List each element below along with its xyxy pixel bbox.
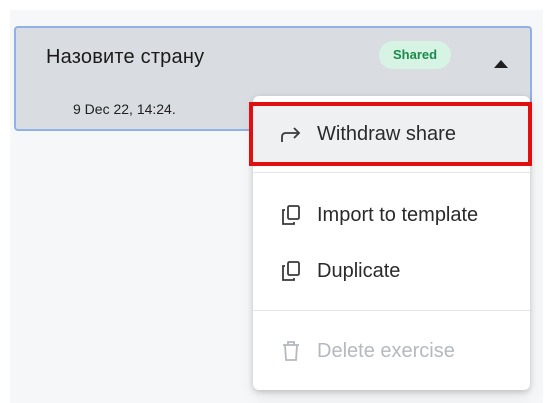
trash-icon [279,339,303,363]
shared-badge: Shared [379,41,452,69]
menu-item-delete-exercise: Delete exercise [253,323,530,379]
context-menu: Withdraw share Import to template Duplic… [253,96,530,390]
exercise-date: 9 Dec 22, 14:24. [73,101,176,117]
menu-item-duplicate[interactable]: Duplicate [253,243,530,299]
menu-item-import-to-template[interactable]: Import to template [253,187,530,243]
menu-divider [253,172,530,173]
menu-item-label: Duplicate [317,259,401,282]
menu-item-label: Withdraw share [317,122,456,145]
menu-item-label: Import to template [317,203,479,226]
exercise-title: Назовите страну [46,46,205,68]
menu-item-withdraw-share[interactable]: Withdraw share [253,106,530,162]
menu-item-label: Delete exercise [317,339,455,362]
copy-icon [279,203,303,227]
copy-icon [279,259,303,283]
menu-divider [253,310,530,311]
share-arrow-icon [279,122,303,146]
caret-up-icon[interactable] [494,60,508,68]
